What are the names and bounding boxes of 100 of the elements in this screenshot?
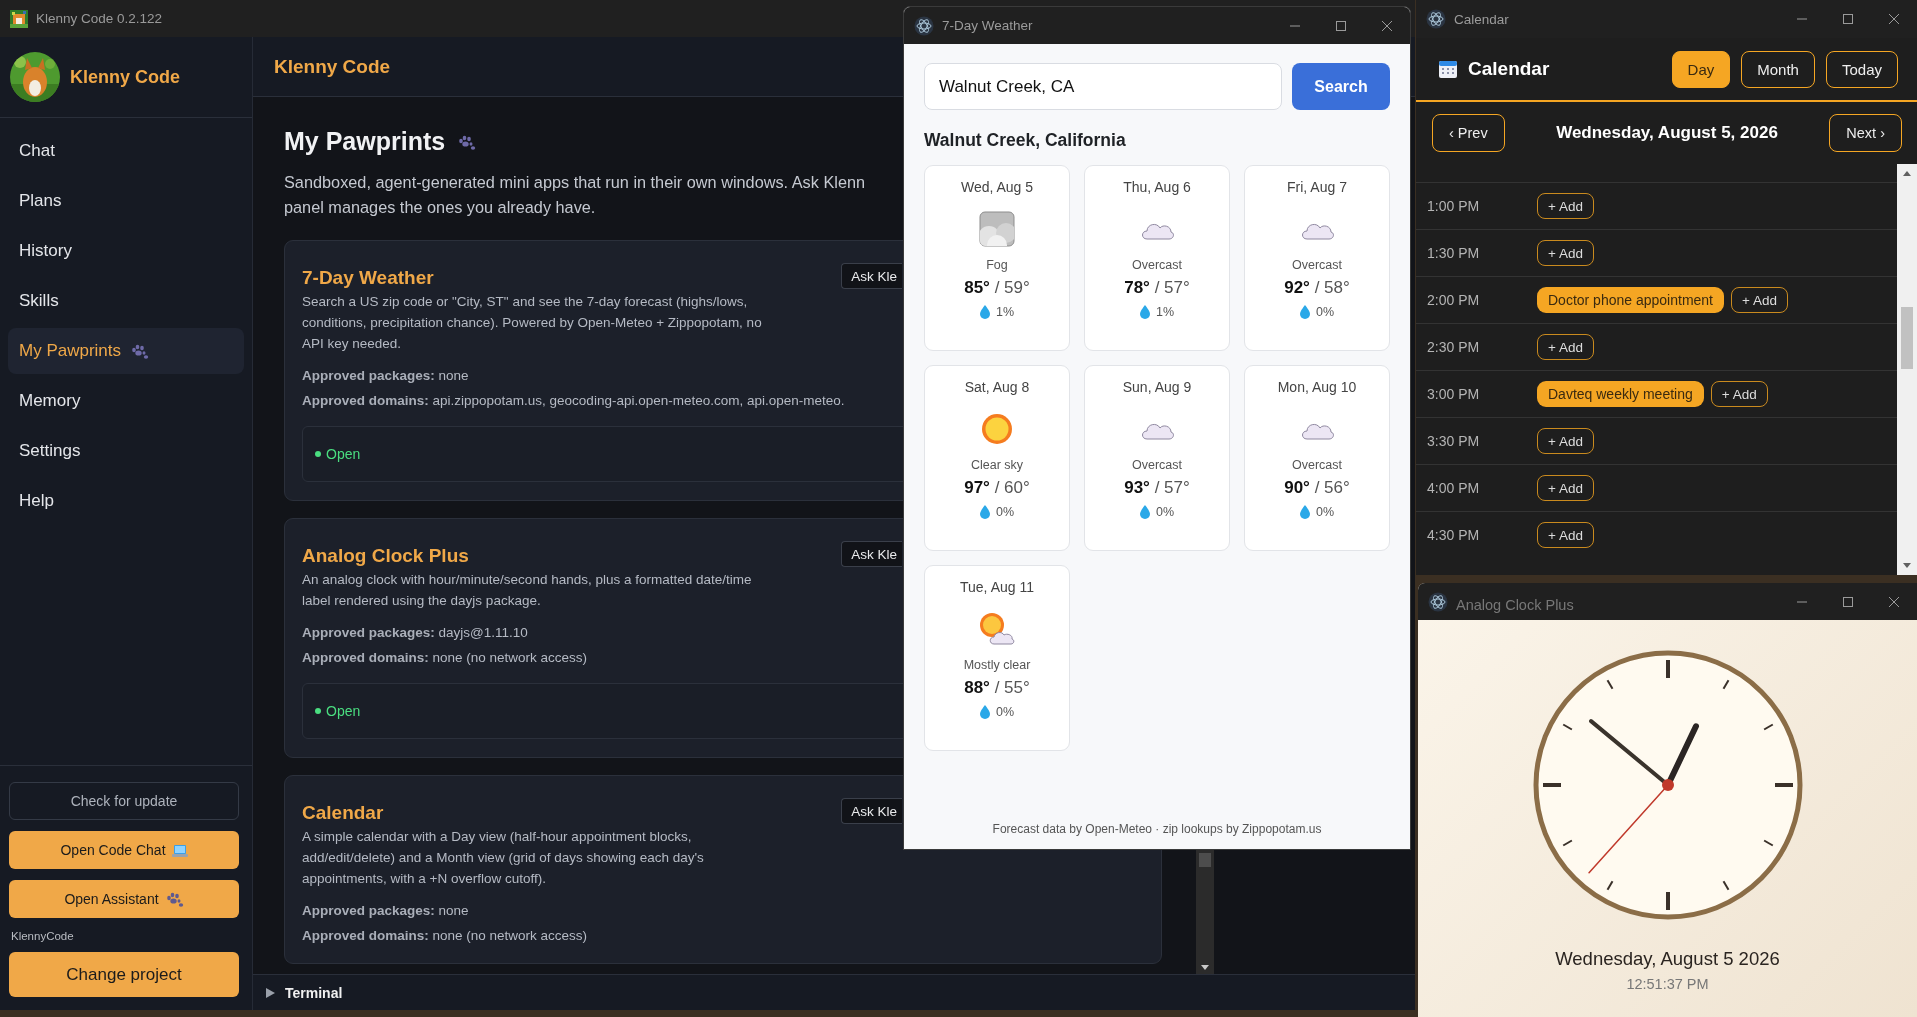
laptop-icon xyxy=(171,843,188,857)
window-title: Analog Clock Plus xyxy=(1456,596,1574,613)
scroll-down-arrow-icon[interactable] xyxy=(1902,562,1912,569)
close-icon xyxy=(1381,19,1393,32)
app-heading: Calendar xyxy=(1468,58,1550,80)
atom-icon xyxy=(1426,9,1446,29)
scroll-up-arrow-icon[interactable] xyxy=(1902,170,1912,177)
sidebar-item[interactable]: Skills xyxy=(8,278,244,324)
day-label: Sat, Aug 8 xyxy=(964,379,1030,397)
search-button[interactable]: Search xyxy=(1292,63,1390,110)
sidebar-item[interactable]: Plans xyxy=(8,178,244,224)
add-button[interactable]: + Add xyxy=(1537,428,1594,454)
packages-line: Approved packages: dayjs@1.11.10 xyxy=(302,624,528,642)
raindrop-icon xyxy=(1299,505,1310,519)
prev-button[interactable]: ‹ Prev xyxy=(1432,114,1505,152)
day-label: Mon, Aug 10 xyxy=(1277,379,1357,397)
event-chip[interactable]: Davteq weekly meeting xyxy=(1537,381,1704,407)
packages-line: Approved packages: none xyxy=(302,367,469,385)
footer-note: Forecast data by Open-Meteo · zip lookups by Zippopotam.us xyxy=(991,822,1323,836)
open-link[interactable]: Open xyxy=(315,446,361,462)
time-label: 2:30 PM xyxy=(1427,339,1481,355)
page-description: Sandboxed, agent-generated mini apps that run in their own windows. Ask Klenn xyxy=(284,172,866,193)
precipitation-value: 0% xyxy=(1315,305,1335,319)
add-button[interactable]: + Add xyxy=(1537,193,1594,219)
add-button[interactable]: + Add xyxy=(1710,381,1768,407)
ask-button[interactable]: Ask Kle xyxy=(841,263,902,289)
scrollbar-thumb[interactable] xyxy=(1199,853,1211,867)
view-tab[interactable]: Month xyxy=(1741,50,1815,88)
add-button[interactable]: + Add xyxy=(1731,287,1788,313)
add-button[interactable]: + Add xyxy=(1537,475,1594,501)
page-description: panel manages the ones you already have. xyxy=(284,197,596,218)
ask-button[interactable]: Ask Kle xyxy=(841,798,902,824)
app-description: Search a US zip code or "City, ST" and see the 7-day forecast (highs/lows, conditions, precipitation chance). Powered by Open-Meteo + Zippopotam, no API key needed. xyxy=(302,293,763,353)
day-label: Sun, Aug 9 xyxy=(1122,379,1192,397)
action-button[interactable]: Open Assistant xyxy=(9,880,239,918)
condition-label: Overcast xyxy=(1132,258,1182,272)
maximize-icon xyxy=(1335,19,1347,32)
sidebar-item[interactable]: Help xyxy=(8,478,244,524)
add-button[interactable]: + Add xyxy=(1537,240,1594,266)
raindrop-icon xyxy=(979,505,990,519)
sidebar-item[interactable]: My Pawprints xyxy=(8,328,244,374)
raindrop-icon xyxy=(1139,305,1150,319)
next-button[interactable]: Next › xyxy=(1829,114,1902,152)
scrollbar-thumb[interactable] xyxy=(1901,307,1913,369)
partly-cloudy-icon xyxy=(978,611,1016,647)
close-icon xyxy=(1888,595,1900,608)
status-dot-icon xyxy=(315,451,321,457)
domains-line: Approved domains: api.zippopotam.us, geocoding-api.open-meteo.com, api.open-meteo. xyxy=(302,392,845,410)
atom-icon xyxy=(914,15,934,36)
date-label: Wednesday, August 5 2026 xyxy=(1555,948,1780,970)
terminal-toggle[interactable]: Terminal xyxy=(265,984,343,1001)
raindrop-icon xyxy=(1299,305,1310,319)
sidebar-item[interactable]: Chat xyxy=(8,128,244,174)
temperature-range: 85° / 59° xyxy=(964,278,1030,298)
change-project-button[interactable]: Change project xyxy=(9,952,239,997)
time-label: 4:30 PM xyxy=(1427,527,1481,543)
window-title: 7-Day Weather xyxy=(942,18,1033,33)
open-link[interactable]: Open xyxy=(315,703,361,719)
view-tab[interactable]: Day xyxy=(1671,50,1731,88)
action-button[interactable]: Open Code Chat xyxy=(9,831,239,869)
add-button[interactable]: + Add xyxy=(1537,522,1594,548)
time-label: 12:51:37 PM xyxy=(1626,976,1709,992)
temperature-range: 93° / 57° xyxy=(1124,478,1190,498)
maximize-icon xyxy=(1842,13,1854,25)
close-icon xyxy=(1888,13,1900,25)
app-name: Klenny Code xyxy=(70,66,180,88)
update-button[interactable]: Check for update xyxy=(9,782,239,820)
window-title: Calendar xyxy=(1454,11,1509,27)
precipitation-value: 1% xyxy=(1155,305,1175,319)
fog-icon xyxy=(979,211,1015,247)
avatar xyxy=(10,52,60,102)
precipitation-value: 0% xyxy=(995,505,1015,519)
sidebar-item[interactable]: Memory xyxy=(8,378,244,424)
calendar-icon xyxy=(1438,59,1458,79)
raindrop-icon xyxy=(979,705,990,719)
search-field[interactable]: Walnut Creek, CA xyxy=(924,63,1282,110)
sun-icon xyxy=(979,411,1015,447)
scroll-down-arrow-icon[interactable] xyxy=(1200,964,1210,971)
precipitation-value: 1% xyxy=(995,305,1015,319)
precipitation-value: 0% xyxy=(1315,505,1335,519)
temperature-range: 78° / 57° xyxy=(1124,278,1190,298)
ask-button[interactable]: Ask Kle xyxy=(841,541,902,567)
event-chip[interactable]: Doctor phone appointment xyxy=(1537,287,1724,313)
window-title: Klenny Code 0.2.122 xyxy=(36,11,163,26)
domains-line: Approved domains: none (no network access) xyxy=(302,927,588,945)
sidebar-item[interactable]: History xyxy=(8,228,244,274)
status-dot-icon xyxy=(315,708,321,714)
condition-label: Clear sky xyxy=(970,458,1024,472)
today-button[interactable]: Today xyxy=(1825,50,1898,88)
location-title: Walnut Creek, California xyxy=(924,130,1127,151)
paw-icon xyxy=(164,890,184,908)
app-description: A simple calendar with a Day view (half-hour appointment blocks, add/edit/delete) and a Month view (grid of days showing each day's appointments, with a +N overflow cutoff). xyxy=(302,828,705,888)
app-description: An analog clock with hour/minute/second hands, plus a formatted date/time label rendered using the dayjs package. xyxy=(302,571,753,610)
app-icon xyxy=(10,9,28,28)
sidebar-item[interactable]: Settings xyxy=(8,428,244,474)
add-button[interactable]: + Add xyxy=(1537,334,1594,360)
atom-icon xyxy=(1428,591,1448,612)
time-label: 1:30 PM xyxy=(1427,245,1481,261)
condition-label: Fog xyxy=(986,258,1008,272)
temperature-range: 90° / 56° xyxy=(1284,478,1350,498)
